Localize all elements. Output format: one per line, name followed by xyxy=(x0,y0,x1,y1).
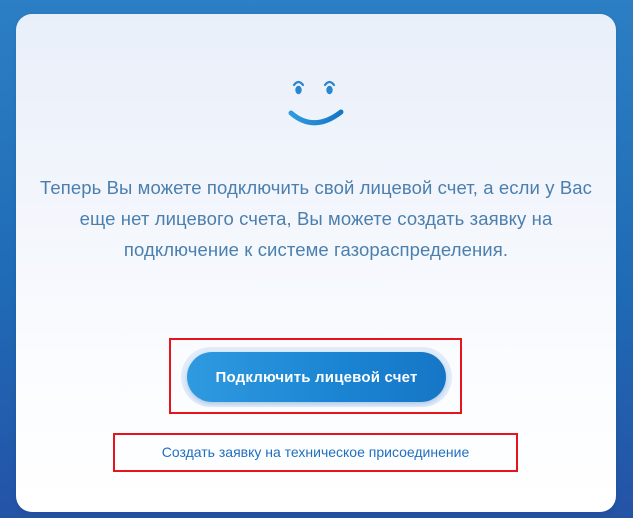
smiley-face-icon xyxy=(286,68,346,138)
connect-account-card: Теперь Вы можете подключить свой лицевой… xyxy=(16,14,616,512)
connect-account-button[interactable]: Подключить лицевой счет xyxy=(187,352,446,402)
tech-connection-link-highlight: Создать заявку на техническое присоедине… xyxy=(113,433,518,472)
tech-connection-link[interactable]: Создать заявку на техническое присоедине… xyxy=(115,435,516,470)
connect-button-highlight: Подключить лицевой счет xyxy=(169,338,462,414)
connect-account-message: Теперь Вы можете подключить свой лицевой… xyxy=(39,177,592,260)
